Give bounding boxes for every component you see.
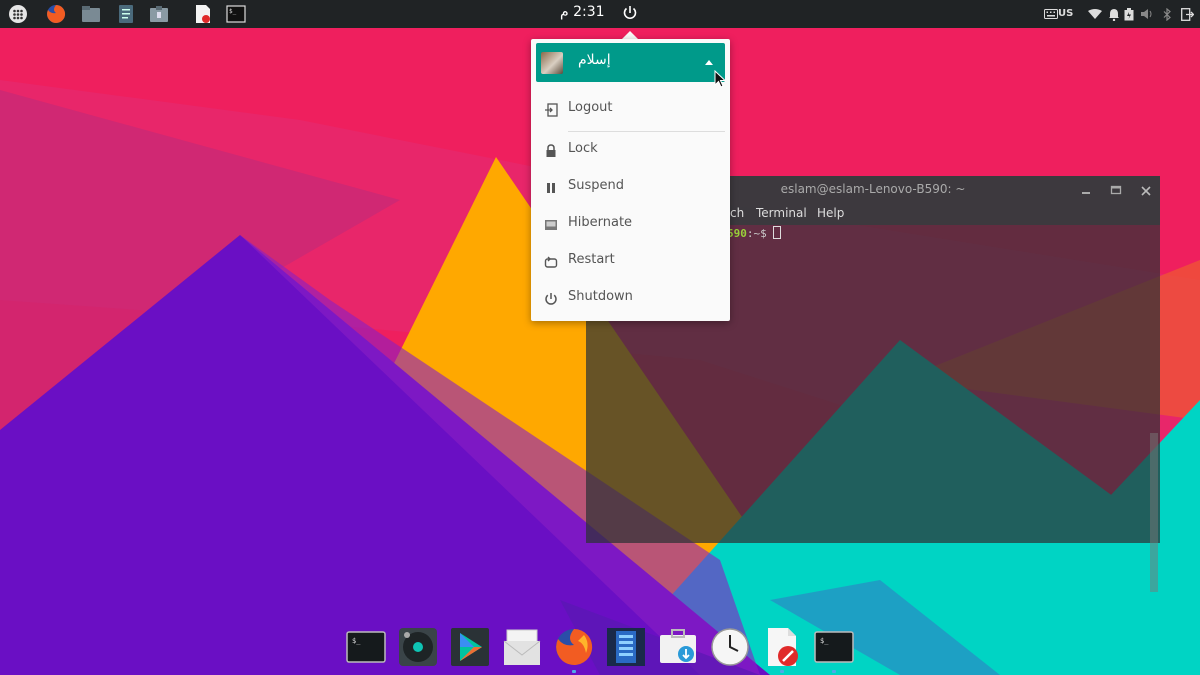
keyboard-layout-label[interactable]: US <box>1058 8 1073 19</box>
running-indicator <box>832 670 836 673</box>
lock-icon <box>544 143 558 157</box>
menu-item-lock[interactable]: Lock <box>531 135 730 165</box>
disk-utility-icon <box>607 628 645 666</box>
menu-item-hibernate[interactable]: Hibernate <box>531 209 730 239</box>
menu-item-label: Logout <box>568 100 613 115</box>
dock-disk-utility[interactable] <box>606 627 646 667</box>
app-grid-icon[interactable] <box>7 3 29 25</box>
menu-help[interactable]: Help <box>817 206 844 220</box>
dock-terminal[interactable]: $_ <box>346 627 386 667</box>
menu-item-logout[interactable]: Logout <box>531 94 730 124</box>
menu-item-label: Shutdown <box>568 289 633 304</box>
firefox-icon[interactable] <box>45 3 67 25</box>
dock-clock[interactable] <box>710 627 750 667</box>
archive-manager-icon[interactable] <box>148 3 170 25</box>
top-panel: $_ 2:31 م US <box>0 0 1200 28</box>
software-center-icon <box>660 629 696 663</box>
terminal-prompt: 590:~$ <box>727 226 782 240</box>
document-viewer-icon[interactable] <box>192 3 214 25</box>
dock-music-player[interactable] <box>398 627 438 667</box>
menu-search[interactable]: ch <box>730 206 744 220</box>
user-name: إسلام <box>578 52 611 68</box>
clock-icon <box>711 628 749 666</box>
menu-pointer <box>622 31 638 39</box>
running-indicator <box>572 670 576 673</box>
power-icon <box>544 291 558 305</box>
chevron-up-icon[interactable] <box>705 60 713 65</box>
menu-item-label: Suspend <box>568 178 625 193</box>
clock[interactable]: 2:31 م <box>560 4 605 20</box>
menu-item-shutdown[interactable]: Shutdown <box>531 283 730 313</box>
dock-mail[interactable] <box>502 627 542 667</box>
terminal-scrollbar[interactable] <box>1150 433 1158 592</box>
terminal-icon[interactable]: $_ <box>225 3 247 25</box>
running-indicator <box>780 670 784 673</box>
music-player-icon <box>399 628 437 666</box>
terminal-icon: $_ <box>814 631 854 663</box>
power-menu: إسلام Logout Lock Suspend Hibernate Rest… <box>531 39 730 321</box>
avatar <box>541 52 563 74</box>
dock-document-viewer[interactable] <box>762 627 802 667</box>
text-cursor <box>773 226 782 239</box>
menu-terminal[interactable]: Terminal <box>756 206 807 220</box>
firefox-icon <box>556 628 593 665</box>
terminal-icon: $_ <box>346 631 386 663</box>
menu-item-label: Hibernate <box>568 215 633 230</box>
file-manager-icon[interactable] <box>80 3 102 25</box>
user-switcher[interactable]: إسلام <box>536 43 727 88</box>
volume-icon[interactable] <box>1135 3 1157 25</box>
text-editor-icon[interactable] <box>115 3 137 25</box>
dock-play-store[interactable] <box>450 627 490 667</box>
play-store-icon <box>451 628 489 666</box>
logout-arrow-icon[interactable] <box>1176 3 1198 25</box>
menu-item-suspend[interactable]: Suspend <box>531 172 730 202</box>
restart-icon <box>544 254 558 268</box>
mouse-pointer-icon <box>714 69 727 92</box>
dock-firefox[interactable] <box>554 627 594 667</box>
maximize-icon[interactable] <box>1110 181 1122 200</box>
svg-text:$_: $_ <box>229 8 237 15</box>
document-viewer-icon <box>768 628 798 666</box>
close-icon[interactable] <box>1140 182 1152 201</box>
dock-terminal-running[interactable]: $_ <box>814 627 854 667</box>
pause-icon <box>544 180 558 194</box>
svg-text:$_: $_ <box>352 637 361 645</box>
menu-item-label: Restart <box>568 252 615 267</box>
bluetooth-icon[interactable] <box>1156 3 1178 25</box>
power-icon[interactable] <box>622 5 638 25</box>
svg-text:$_: $_ <box>820 637 829 645</box>
menu-divider <box>568 131 725 132</box>
minimize-icon[interactable] <box>1080 181 1092 200</box>
menu-item-restart[interactable]: Restart <box>531 246 730 276</box>
dock-software-center[interactable] <box>658 627 698 667</box>
menu-item-label: Lock <box>568 141 598 156</box>
hibernate-icon <box>544 217 558 231</box>
prompt-path: :~$ <box>746 227 767 240</box>
logout-icon <box>544 102 558 117</box>
mail-icon <box>503 629 541 665</box>
